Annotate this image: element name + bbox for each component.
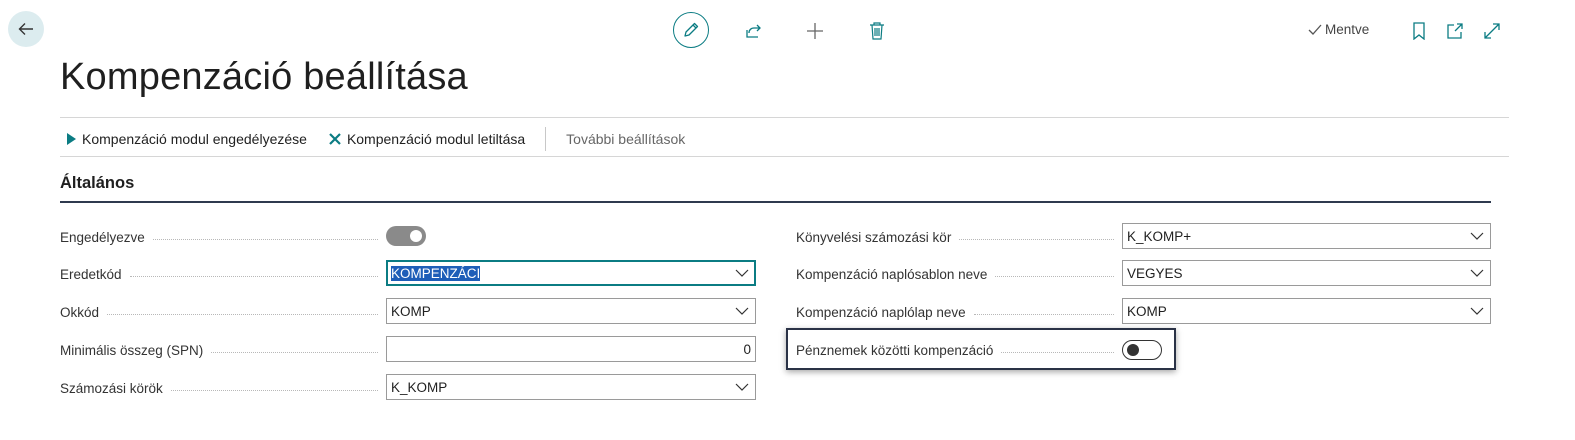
batch-name-label-row: Kompenzáció naplólap neve (796, 303, 1122, 321)
share-icon (744, 22, 762, 40)
template-name-label-row: Kompenzáció naplósablon neve (796, 265, 1122, 283)
cross-currency-label: Pénznemek közötti kompenzáció (796, 342, 994, 358)
batch-name-label: Kompenzáció naplólap neve (796, 304, 966, 320)
batch-name-field[interactable]: KOMP (1122, 298, 1491, 324)
template-name-field[interactable]: VEGYES (1122, 260, 1491, 286)
source-code-field[interactable]: KOMPENZÁCI (386, 260, 756, 286)
action-bar-bottom-divider (60, 156, 1509, 157)
chevron-down-icon[interactable] (733, 307, 751, 315)
number-series-value: K_KOMP (391, 379, 448, 395)
trash-icon (869, 22, 885, 40)
min-amount-value: 0 (743, 341, 751, 357)
chevron-down-icon[interactable] (733, 383, 751, 391)
expand-button[interactable] (1481, 20, 1503, 42)
edit-button[interactable] (673, 12, 709, 48)
page-title: Kompenzáció beállítása (60, 56, 468, 98)
cross-currency-toggle[interactable] (1122, 340, 1162, 360)
open-new-window-icon (1446, 22, 1464, 40)
reason-code-field[interactable]: KOMP (386, 298, 756, 324)
edit-pencil-icon (682, 21, 700, 39)
min-amount-field[interactable]: 0 (386, 336, 756, 362)
cross-currency-label-row: Pénznemek közötti kompenzáció (796, 341, 1122, 359)
posting-series-label-row: Könyvelési számozási kör (796, 228, 1122, 246)
source-code-label-row: Eredetkód (60, 265, 386, 283)
source-code-value: KOMPENZÁCI (391, 265, 481, 281)
posting-series-field[interactable]: K_KOMP+ (1122, 223, 1491, 249)
saved-status: Mentve (1308, 22, 1369, 37)
open-new-window-button[interactable] (1444, 20, 1466, 42)
delete-button[interactable] (866, 20, 888, 42)
action-separator (545, 127, 547, 151)
min-amount-label: Minimális összeg (SPN) (60, 342, 204, 358)
number-series-label: Számozási körök (60, 380, 163, 396)
back-button[interactable] (8, 11, 44, 47)
new-button[interactable] (804, 20, 826, 42)
chevron-down-icon[interactable] (1468, 307, 1486, 315)
number-series-label-row: Számozási körök (60, 379, 386, 397)
batch-name-value: KOMP (1127, 303, 1167, 319)
expand-icon (1483, 22, 1501, 40)
disable-module-label: Kompenzáció modul letiltása (346, 131, 526, 147)
section-divider (60, 201, 1491, 203)
number-series-field[interactable]: K_KOMP (386, 374, 756, 400)
chevron-down-icon[interactable] (1468, 269, 1486, 277)
posting-series-value: K_KOMP+ (1127, 228, 1192, 244)
posting-series-label: Könyvelési számozási kör (796, 229, 952, 245)
enabled-toggle[interactable] (386, 226, 426, 246)
enabled-label: Engedélyezve (60, 229, 145, 245)
section-title[interactable]: Általános (60, 174, 134, 193)
reason-code-label-row: Okkód (60, 303, 386, 321)
min-amount-label-row: Minimális összeg (SPN) (60, 341, 386, 359)
more-settings-action[interactable]: További beállítások (566, 131, 685, 147)
bookmark-button[interactable] (1409, 20, 1429, 42)
play-icon (66, 133, 76, 145)
reason-code-label: Okkód (60, 304, 100, 320)
plus-icon (806, 22, 824, 40)
action-bar: Kompenzáció modul engedélyezése Kompenzá… (66, 127, 685, 151)
more-settings-label: További beállítások (566, 131, 686, 147)
chevron-down-icon[interactable] (733, 269, 751, 277)
share-button[interactable] (742, 20, 764, 42)
checkmark-icon (1308, 23, 1322, 37)
enabled-label-row: Engedélyezve (60, 228, 386, 246)
template-name-value: VEGYES (1127, 265, 1183, 281)
template-name-label: Kompenzáció naplósablon neve (796, 266, 988, 282)
enable-module-action[interactable]: Kompenzáció modul engedélyezése (66, 131, 307, 147)
arrow-left-icon (17, 20, 35, 38)
reason-code-value: KOMP (391, 303, 431, 319)
enable-module-label: Kompenzáció modul engedélyezése (82, 131, 307, 147)
source-code-label: Eredetkód (60, 266, 122, 282)
disable-module-action[interactable]: Kompenzáció modul letiltása (329, 131, 525, 147)
chevron-down-icon[interactable] (1468, 232, 1486, 240)
saved-label: Mentve (1325, 22, 1370, 37)
bookmark-icon (1412, 22, 1426, 40)
action-bar-top-divider (60, 117, 1509, 118)
close-x-icon (329, 133, 341, 145)
